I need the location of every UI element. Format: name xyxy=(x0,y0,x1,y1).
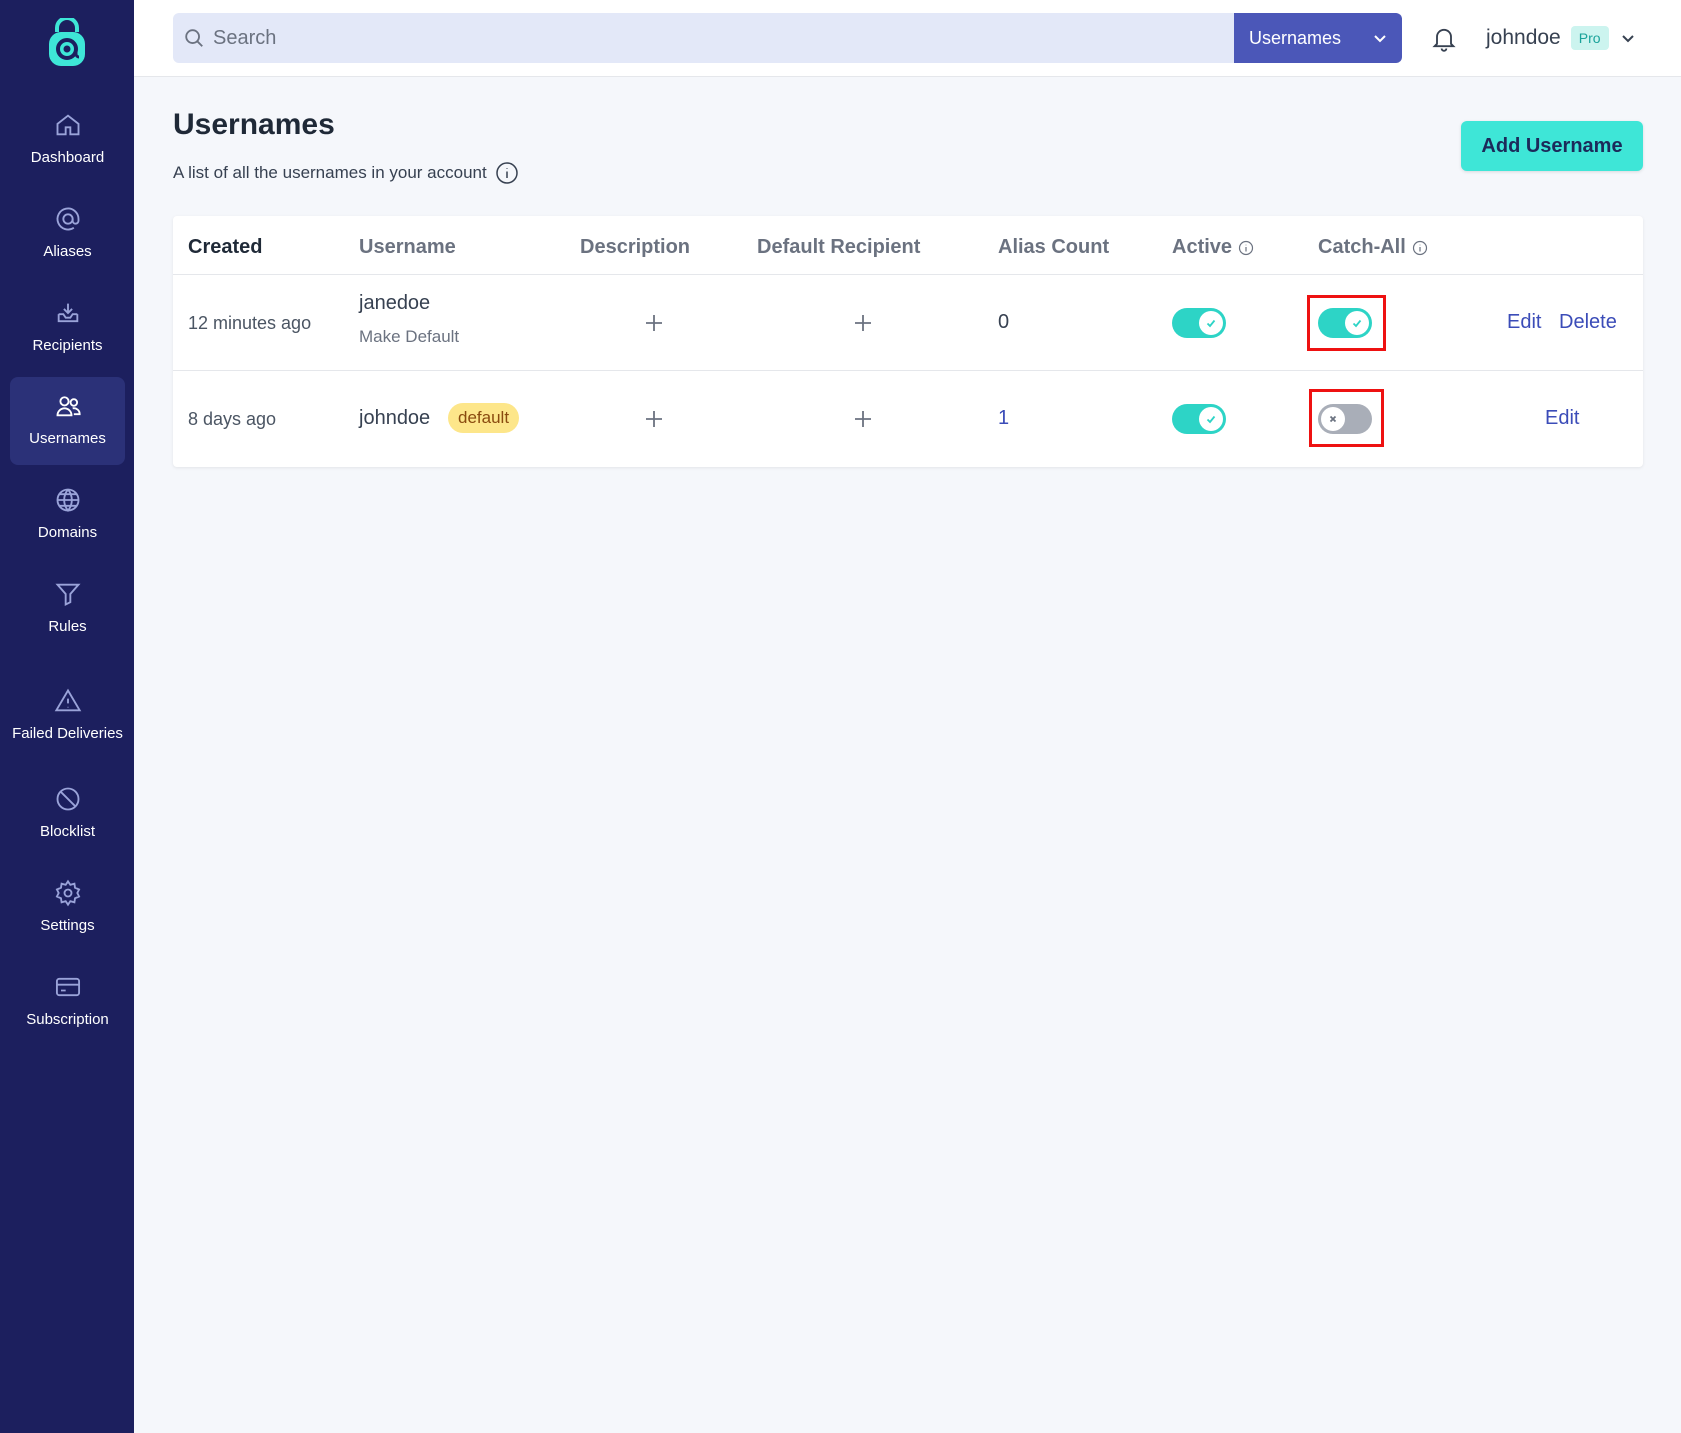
check-icon xyxy=(1199,311,1223,335)
usernames-table: Created Username Description Default Rec… xyxy=(173,216,1643,467)
search-scope-value: Usernames xyxy=(1249,27,1342,48)
column-header-label: Active xyxy=(1172,235,1233,258)
row-divider xyxy=(173,274,1643,275)
active-toggle[interactable] xyxy=(1172,404,1226,434)
page-subtitle-text: A list of all the usernames in your acco… xyxy=(173,163,487,182)
bell-icon[interactable] xyxy=(1430,24,1458,52)
chevron-down-icon xyxy=(1621,31,1635,45)
column-header-username[interactable]: Username xyxy=(359,232,456,262)
sidebar-item-subscription[interactable]: Subscription xyxy=(10,958,125,1046)
make-default-link[interactable]: Make Default xyxy=(359,327,459,347)
user-menu[interactable]: johndoe Pro xyxy=(1486,20,1635,56)
user-name: johndoe xyxy=(1486,26,1561,49)
topbar: Usernames johndoe Pro xyxy=(134,0,1681,77)
sidebar-item-usernames[interactable]: Usernames xyxy=(10,377,125,465)
sidebar-item-recipients[interactable]: Recipients xyxy=(10,284,125,372)
search-icon xyxy=(183,27,205,49)
info-icon[interactable] xyxy=(1412,239,1428,256)
users-icon xyxy=(54,392,82,420)
created-cell: 8 days ago xyxy=(188,409,277,429)
sidebar-item-label: Domains xyxy=(37,524,98,541)
sidebar-item-domains[interactable]: Domains xyxy=(10,471,125,559)
search-input[interactable] xyxy=(213,26,1193,50)
ban-icon xyxy=(54,785,82,813)
inbox-icon xyxy=(54,299,82,327)
username-cell: janedoe xyxy=(359,292,431,314)
sidebar-item-label: Subscription xyxy=(26,1011,109,1028)
globe-icon xyxy=(54,486,82,514)
sidebar-item-settings[interactable]: Settings xyxy=(10,864,125,952)
gear-icon xyxy=(54,879,82,907)
sidebar-item-label: Recipients xyxy=(32,337,103,354)
column-header-created[interactable]: Created xyxy=(188,232,262,262)
sidebar-item-label: Rules xyxy=(48,618,87,635)
sidebar: Dashboard Aliases Recipients Usernames D… xyxy=(0,0,134,1433)
sidebar-item-label: Blocklist xyxy=(39,823,95,840)
alias-count: 0 xyxy=(998,311,1010,333)
column-header-label: Catch-All xyxy=(1318,235,1406,258)
add-description-icon[interactable] xyxy=(644,313,664,333)
funnel-icon xyxy=(54,580,82,608)
active-toggle[interactable] xyxy=(1172,308,1226,338)
created-cell: 12 minutes ago xyxy=(188,313,312,333)
alias-count-link[interactable]: 1 xyxy=(998,407,1009,430)
info-icon[interactable] xyxy=(495,161,519,185)
app-logo[interactable] xyxy=(44,16,90,70)
sidebar-item-label: Dashboard xyxy=(30,149,105,166)
sidebar-item-label: Settings xyxy=(40,917,95,934)
column-header-alias-count[interactable]: Alias Count xyxy=(998,232,1109,262)
add-description-icon[interactable] xyxy=(644,409,664,429)
sidebar-item-blocklist[interactable]: Blocklist xyxy=(10,770,125,858)
username-cell: johndoe xyxy=(359,407,431,429)
warning-icon xyxy=(54,687,82,715)
sidebar-item-failed-deliveries[interactable]: Failed Deliveries xyxy=(10,666,125,766)
search-box xyxy=(173,13,1235,63)
home-icon xyxy=(54,111,82,139)
info-icon[interactable] xyxy=(1238,239,1254,256)
row-divider xyxy=(173,370,1643,371)
add-username-button[interactable]: Add Username xyxy=(1461,121,1643,171)
credit-card-icon xyxy=(54,973,82,1001)
check-icon xyxy=(1199,407,1223,431)
add-recipient-icon[interactable] xyxy=(853,313,873,333)
sidebar-item-label: Usernames xyxy=(29,430,106,447)
column-header-active[interactable]: Active xyxy=(1172,232,1254,262)
sidebar-item-label: Aliases xyxy=(43,243,92,260)
search-scope-select[interactable]: Usernames xyxy=(1234,13,1402,63)
chevron-down-icon xyxy=(1372,30,1388,46)
sidebar-item-aliases[interactable]: Aliases xyxy=(10,190,125,278)
plan-badge: Pro xyxy=(1570,26,1609,50)
delete-link[interactable]: Delete xyxy=(1559,311,1617,334)
page-title: Usernames xyxy=(173,108,335,141)
column-header-catch-all[interactable]: Catch-All xyxy=(1318,232,1428,262)
at-sign-icon xyxy=(54,205,82,233)
edit-link[interactable]: Edit xyxy=(1507,311,1541,334)
default-badge: default xyxy=(448,403,520,433)
page-subtitle: A list of all the usernames in your acco… xyxy=(173,161,519,185)
edit-link[interactable]: Edit xyxy=(1545,407,1579,430)
highlight-box xyxy=(1309,389,1384,447)
highlight-box xyxy=(1307,295,1386,351)
column-header-description[interactable]: Description xyxy=(580,232,690,262)
add-recipient-icon[interactable] xyxy=(853,409,873,429)
sidebar-item-rules[interactable]: Rules xyxy=(10,565,125,653)
sidebar-item-label: Failed Deliveries xyxy=(12,725,123,742)
column-header-default-recipient[interactable]: Default Recipient xyxy=(757,232,920,262)
sidebar-item-dashboard[interactable]: Dashboard xyxy=(10,96,125,184)
